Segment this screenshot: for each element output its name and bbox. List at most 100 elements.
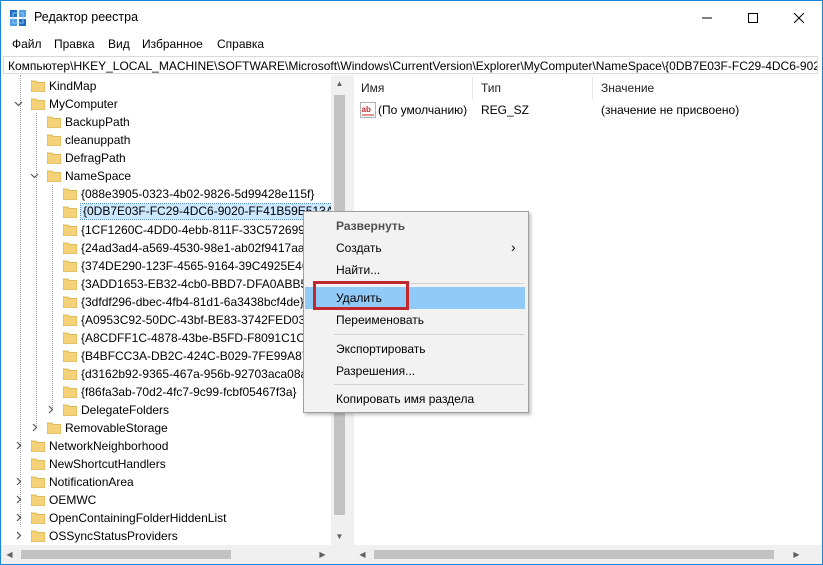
values-horizontal-scrollbar[interactable]: ◀ ▶ xyxy=(354,545,822,564)
tree-node[interactable]: {A0953C92-50DC-43bf-BE83-3742FED03C9C} xyxy=(1,311,333,329)
tree-node[interactable]: KindMap xyxy=(1,77,331,95)
folder-icon xyxy=(47,422,61,434)
tree-node-label: OEMWC xyxy=(49,493,97,507)
chevron-down-icon[interactable] xyxy=(14,99,23,108)
tree-node-label: RemovableStorage xyxy=(65,421,168,435)
tree-node-label: MyComputer xyxy=(49,97,118,111)
tree-node-label: DefragPath xyxy=(65,151,126,165)
scroll-up-icon[interactable]: ▲ xyxy=(331,75,348,92)
tree-node[interactable]: {374DE290-123F-4565-9164-39C4925E467B} xyxy=(1,257,331,275)
chevron-down-icon[interactable] xyxy=(30,171,39,180)
tree-node[interactable]: OpenContainingFolderHiddenList xyxy=(1,509,331,527)
menu-item-expand[interactable]: Развернуть xyxy=(305,215,525,237)
tree-node-label: NameSpace xyxy=(65,169,132,183)
address-bar[interactable]: Компьютер\HKEY_LOCAL_MACHINE\SOFTWARE\Mi… xyxy=(3,56,818,74)
tree-node[interactable]: NetworkNeighborhood xyxy=(1,437,331,455)
key-tree[interactable]: KindMap MyComputer BackupPath cleanuppath De… xyxy=(1,75,348,545)
chevron-right-icon[interactable] xyxy=(14,531,23,540)
chevron-right-icon[interactable] xyxy=(46,405,55,414)
menu-favorites[interactable]: Избранное xyxy=(140,37,205,51)
tree-node[interactable]: {088e3905-0323-4b02-9826-5d99428e115f} xyxy=(1,185,331,203)
chevron-right-icon[interactable] xyxy=(14,513,23,522)
tree-node[interactable]: NameSpace xyxy=(1,167,331,185)
tree-node-label: NewShortcutHandlers xyxy=(49,457,166,471)
scroll-right-icon[interactable]: ▶ xyxy=(314,546,331,563)
tree-node-label: {1CF1260C-4DD0-4ebb-811F-33C572699FDE} xyxy=(81,223,333,237)
tree-hscroll-thumb[interactable] xyxy=(21,550,231,559)
value-data: (значение не присвоено) xyxy=(601,103,740,117)
menu-item-permissions[interactable]: Разрешения... xyxy=(305,360,525,382)
menu-file[interactable]: Файл xyxy=(10,37,44,51)
tree-node[interactable]: {f86fa3ab-70d2-4fc7-9c99-fcbf05467f3a} xyxy=(1,383,331,401)
tree-node[interactable]: MyComputer xyxy=(1,95,331,113)
chevron-right-icon[interactable] xyxy=(30,423,39,432)
string-value-icon: ab xyxy=(360,102,376,118)
menu-item-copy-key-name[interactable]: Копировать имя раздела xyxy=(305,388,525,410)
tree-node[interactable]: {3ADD1653-EB32-4cb0-BBD7-DFA0ABB5ACCA} xyxy=(1,275,344,293)
scroll-down-icon[interactable]: ▼ xyxy=(331,528,348,545)
scroll-left-icon[interactable]: ◀ xyxy=(1,546,18,563)
tree-node[interactable]: BackupPath xyxy=(1,113,331,131)
minimize-icon xyxy=(702,17,712,19)
value-row[interactable]: ab (По умолчанию) REG_SZ (значение не пр… xyxy=(354,75,822,121)
tree-node[interactable]: DefragPath xyxy=(1,149,331,167)
scroll-left-icon[interactable]: ◀ xyxy=(354,546,371,563)
menu-item-create[interactable]: Создать › xyxy=(305,237,525,259)
tree-node[interactable]: {1CF1260C-4DD0-4ebb-811F-33C572699FDE} xyxy=(1,221,333,239)
tree-node[interactable]: {0DB7E03F-FC29-4DC6-9020-FF41B59E513A} xyxy=(1,203,341,221)
tree-node-label: {d3162b92-9365-467a-956b-92703aca08af} xyxy=(81,367,315,381)
folder-icon xyxy=(47,134,61,146)
folder-icon xyxy=(31,512,45,524)
folder-icon xyxy=(63,314,77,326)
menu-item-export-label: Экспортировать xyxy=(336,342,426,356)
window-title: Редактор реестра xyxy=(34,10,139,24)
delete-highlight-annotation xyxy=(313,281,409,310)
tree-node-label: cleanuppath xyxy=(65,133,131,147)
maximize-button[interactable] xyxy=(730,1,776,35)
tree-node[interactable]: DelegateFolders xyxy=(1,401,331,419)
tree-node[interactable]: {24ad3ad4-a569-4530-98e1-ab02f9417aa8} xyxy=(1,239,331,257)
tree-node-label: OpenContainingFolderHiddenList xyxy=(49,511,227,525)
chevron-right-icon[interactable] xyxy=(14,477,23,486)
tree-node[interactable]: OEMWC xyxy=(1,491,331,509)
chevron-right-icon[interactable] xyxy=(14,441,23,450)
title-bar[interactable]: Редактор реестра xyxy=(1,1,822,35)
menu-item-rename[interactable]: Переименовать xyxy=(305,309,525,331)
menu-edit[interactable]: Правка xyxy=(52,37,97,51)
folder-icon xyxy=(31,458,45,470)
menu-item-create-label: Создать xyxy=(336,241,382,255)
folder-icon xyxy=(63,332,77,344)
menu-bar: Файл Правка Вид Избранное Справка xyxy=(1,35,822,55)
close-icon xyxy=(794,13,804,23)
tree-node[interactable]: RemovableStorage xyxy=(1,419,331,437)
tree-node-label: {0DB7E03F-FC29-4DC6-9020-FF41B59E513A} xyxy=(80,203,341,220)
folder-icon xyxy=(63,188,77,200)
tree-node[interactable]: {d3162b92-9365-467a-956b-92703aca08af} xyxy=(1,365,331,383)
tree-node-label: BackupPath xyxy=(65,115,130,129)
tree-node-label: KindMap xyxy=(49,79,97,93)
menu-help[interactable]: Справка xyxy=(215,37,266,51)
values-hscroll-thumb[interactable] xyxy=(374,550,774,559)
tree-node[interactable]: NotificationArea xyxy=(1,473,331,491)
menu-item-expand-label: Развернуть xyxy=(336,219,406,233)
folder-icon xyxy=(63,206,77,218)
minimize-button[interactable] xyxy=(684,1,730,35)
folder-icon xyxy=(31,476,45,488)
tree-node[interactable]: NewShortcutHandlers xyxy=(1,455,331,473)
tree-node[interactable]: {B4BFCC3A-DB2C-424C-B029-7FE99A87C641} xyxy=(1,347,341,365)
menu-separator xyxy=(334,334,524,335)
tree-horizontal-scrollbar[interactable]: ◀ ▶ xyxy=(1,545,348,564)
folder-icon xyxy=(63,278,77,290)
menu-item-export[interactable]: Экспортировать xyxy=(305,338,525,360)
chevron-right-icon[interactable] xyxy=(14,495,23,504)
menu-item-find[interactable]: Найти... xyxy=(305,259,525,281)
menu-item-permissions-label: Разрешения... xyxy=(336,364,416,378)
tree-node[interactable]: {3dfdf296-dbec-4fb4-81d1-6a3438bcf4de} xyxy=(1,293,331,311)
tree-node[interactable]: cleanuppath xyxy=(1,131,331,149)
menu-view[interactable]: Вид xyxy=(106,37,132,51)
close-button[interactable] xyxy=(776,1,822,35)
tree-node[interactable]: {A8CDFF1C-4878-43be-B5FD-F8091C1C60D0} xyxy=(1,329,338,347)
scroll-right-icon[interactable]: ▶ xyxy=(788,546,805,563)
menu-item-copy-key-name-label: Копировать имя раздела xyxy=(336,392,475,406)
tree-node[interactable]: OSSyncStatusProviders xyxy=(1,527,331,545)
